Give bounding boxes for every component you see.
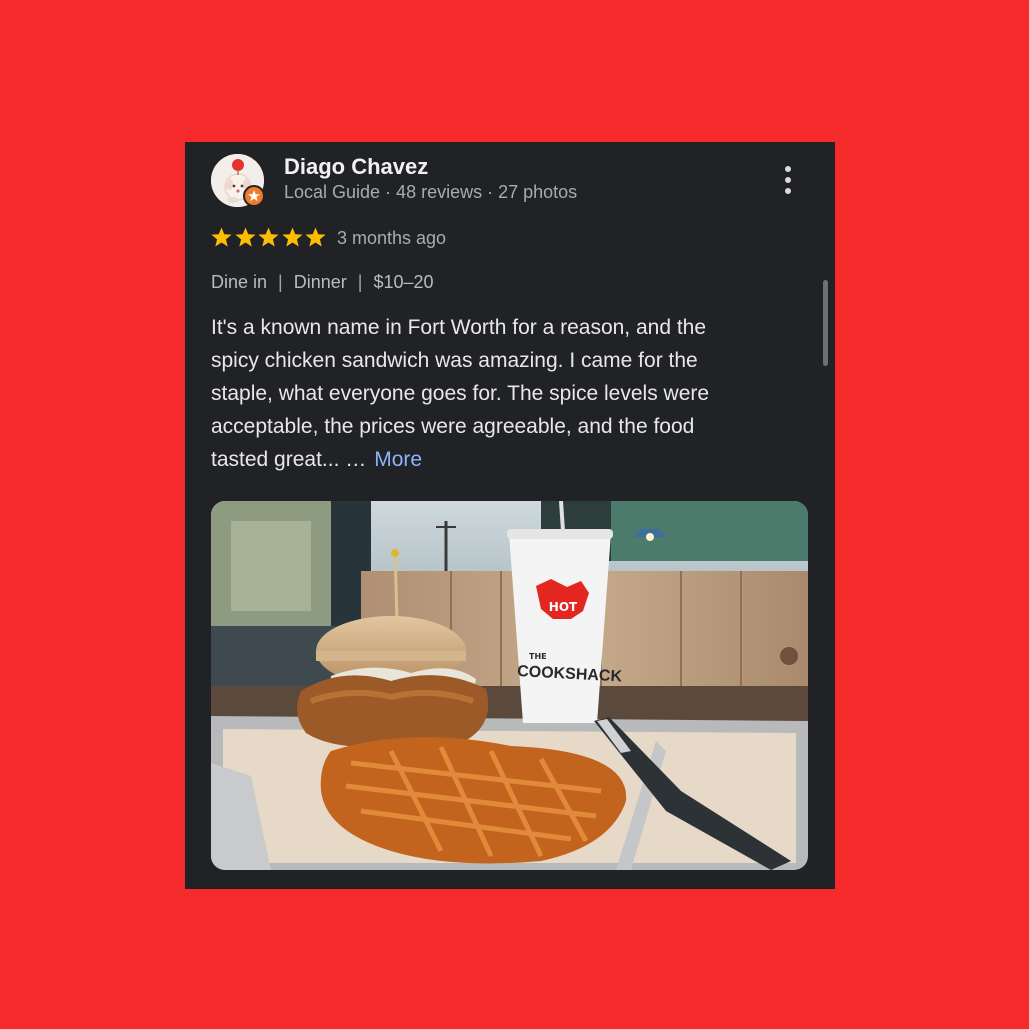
star-icon [305, 227, 326, 247]
star-icon [281, 227, 303, 247]
review-line: acceptable, the prices were agreeable, a… [211, 415, 695, 438]
tag-dinner: Dinner [293, 272, 347, 292]
scrollbar[interactable] [823, 280, 828, 366]
reviewer-name[interactable]: Diago Chavez [284, 154, 428, 180]
reviewer-meta[interactable]: Local Guide · 48 reviews · 27 photos [284, 182, 577, 203]
cup-hot-text: HOT [549, 600, 578, 614]
review-line: It's a known name in Fort Worth for a re… [211, 316, 707, 339]
review-tags: Dine in | Dinner | $10–20 [211, 272, 434, 293]
star-rating [210, 226, 328, 250]
tag-separator: | [278, 272, 283, 292]
star-icon [258, 227, 279, 247]
cup-the-text: THE [529, 652, 547, 661]
review-line: spicy chicken sandwich was amazing. I ca… [211, 349, 698, 372]
review-line: staple, what everyone goes for. The spic… [211, 382, 710, 405]
tag-price: $10–20 [373, 272, 434, 292]
review-photo[interactable]: HOT THE COOKSHACK [211, 501, 808, 870]
review-time: 3 months ago [337, 228, 447, 248]
review-last-line: tasted great... … More [211, 443, 791, 476]
tag-separator: | [357, 272, 363, 292]
star-icon [211, 227, 232, 247]
star-icon [234, 227, 256, 247]
review-line: tasted great... … [211, 448, 367, 471]
more-link[interactable]: More [374, 448, 422, 471]
local-guide-star-icon [243, 185, 265, 207]
more-vert-icon[interactable] [776, 164, 800, 198]
tag-dine-in: Dine in [211, 272, 268, 292]
review-text: It's a known name in Fort Worth for a re… [211, 311, 791, 476]
